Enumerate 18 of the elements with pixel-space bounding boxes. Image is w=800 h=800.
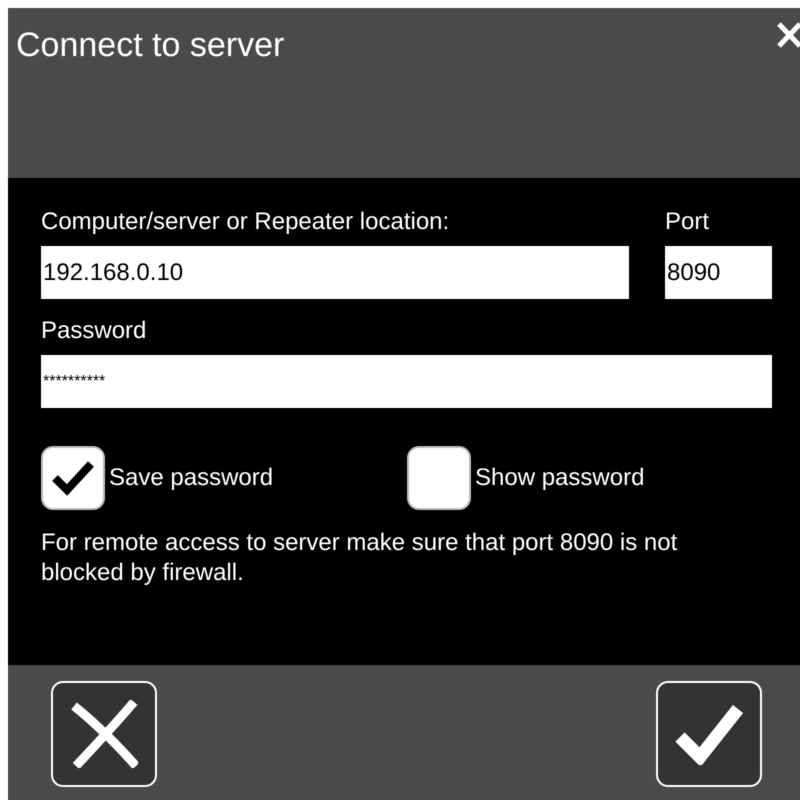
checkmark-icon — [52, 460, 94, 496]
cancel-button[interactable] — [51, 681, 157, 787]
location-input[interactable]: 192.168.0.10 — [41, 246, 629, 299]
field-label: Computer/server or Repeater location: — [41, 207, 450, 237]
field-label: Password — [41, 316, 148, 346]
close-icon — [70, 700, 138, 768]
confirm-button[interactable] — [656, 681, 762, 787]
password-input[interactable]: ********** — [41, 355, 772, 408]
checkbox-label: Save password — [109, 463, 274, 493]
field-label: Port — [665, 207, 710, 237]
window-title: Connect to server — [16, 25, 284, 66]
port-input[interactable]: 8090 — [665, 246, 772, 299]
checkmark-icon — [674, 703, 744, 765]
checkbox-label: Show password — [475, 463, 644, 493]
checkbox[interactable] — [407, 446, 471, 510]
close-icon[interactable] — [776, 20, 800, 48]
checkbox[interactable] — [41, 446, 105, 510]
note-text: For remote access to server make sure that port 8090 is not blocked by firewall. — [41, 528, 678, 588]
